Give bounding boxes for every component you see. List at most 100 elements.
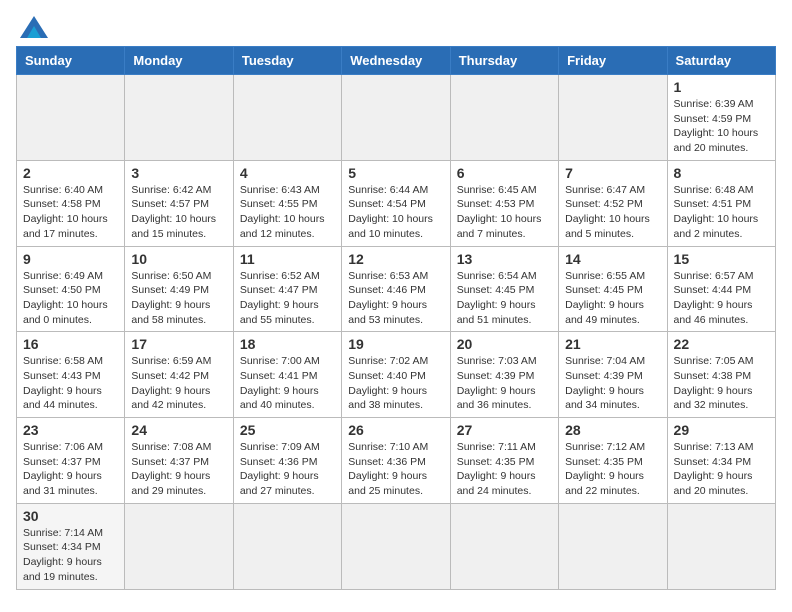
calendar-cell [233,75,341,161]
calendar-cell: 10Sunrise: 6:50 AM Sunset: 4:49 PM Dayli… [125,246,233,332]
day-info: Sunrise: 6:39 AM Sunset: 4:59 PM Dayligh… [674,97,769,156]
calendar-cell: 30 Sunrise: 7:14 AM Sunset: 4:34 PM Dayli… [17,503,125,589]
day-info: Sunrise: 6:47 AM Sunset: 4:52 PM Dayligh… [565,183,660,242]
day-number: 18 [240,336,335,352]
day-info: Sunrise: 7:03 AM Sunset: 4:39 PM Dayligh… [457,354,552,413]
day-header-monday: Monday [125,47,233,75]
calendar-header-row: SundayMondayTuesdayWednesdayThursdayFrid… [17,47,776,75]
calendar-week-1: 1 Sunrise: 6:39 AM Sunset: 4:59 PM Daylig… [17,75,776,161]
calendar-cell [342,503,450,589]
day-header-thursday: Thursday [450,47,558,75]
day-number: 11 [240,251,335,267]
day-info: Sunrise: 6:54 AM Sunset: 4:45 PM Dayligh… [457,269,552,328]
day-number: 15 [674,251,769,267]
calendar-week-2: 2 Sunrise: 6:40 AM Sunset: 4:58 PM Daylig… [17,160,776,246]
day-info: Sunrise: 7:08 AM Sunset: 4:37 PM Dayligh… [131,440,226,499]
day-number: 22 [674,336,769,352]
calendar-cell: 11 Sunrise: 6:52 AM Sunset: 4:47 PM Dayli… [233,246,341,332]
calendar-cell [559,75,667,161]
day-header-sunday: Sunday [17,47,125,75]
day-info: Sunrise: 6:49 AM Sunset: 4:50 PM Dayligh… [23,269,118,328]
day-header-tuesday: Tuesday [233,47,341,75]
day-info: Sunrise: 7:14 AM Sunset: 4:34 PM Dayligh… [23,526,118,585]
day-number: 1 [674,79,769,95]
calendar-cell: 3 Sunrise: 6:42 AM Sunset: 4:57 PM Daylig… [125,160,233,246]
day-info: Sunrise: 7:04 AM Sunset: 4:39 PM Dayligh… [565,354,660,413]
day-info: Sunrise: 6:40 AM Sunset: 4:58 PM Dayligh… [23,183,118,242]
calendar-cell: 4 Sunrise: 6:43 AM Sunset: 4:55 PM Daylig… [233,160,341,246]
calendar-cell [125,75,233,161]
calendar-week-4: 16 Sunrise: 6:58 AM Sunset: 4:43 PM Dayli… [17,332,776,418]
calendar-cell: 16 Sunrise: 6:58 AM Sunset: 4:43 PM Dayli… [17,332,125,418]
day-number: 29 [674,422,769,438]
day-info: Sunrise: 6:53 AM Sunset: 4:46 PM Dayligh… [348,269,443,328]
day-number: 25 [240,422,335,438]
day-number: 20 [457,336,552,352]
calendar-cell [450,503,558,589]
day-number: 27 [457,422,552,438]
day-number: 6 [457,165,552,181]
day-info: Sunrise: 7:09 AM Sunset: 4:36 PM Dayligh… [240,440,335,499]
calendar-cell: 26 Sunrise: 7:10 AM Sunset: 4:36 PM Dayli… [342,418,450,504]
day-info: Sunrise: 7:13 AM Sunset: 4:34 PM Dayligh… [674,440,769,499]
day-info: Sunrise: 6:43 AM Sunset: 4:55 PM Dayligh… [240,183,335,242]
calendar-table: SundayMondayTuesdayWednesdayThursdayFrid… [16,46,776,590]
calendar-cell: 21 Sunrise: 7:04 AM Sunset: 4:39 PM Dayli… [559,332,667,418]
day-header-wednesday: Wednesday [342,47,450,75]
day-info: Sunrise: 6:44 AM Sunset: 4:54 PM Dayligh… [348,183,443,242]
day-number: 3 [131,165,226,181]
calendar-cell: 18 Sunrise: 7:00 AM Sunset: 4:41 PM Dayli… [233,332,341,418]
day-info: Sunrise: 6:58 AM Sunset: 4:43 PM Dayligh… [23,354,118,413]
day-info: Sunrise: 6:48 AM Sunset: 4:51 PM Dayligh… [674,183,769,242]
day-info: Sunrise: 7:02 AM Sunset: 4:40 PM Dayligh… [348,354,443,413]
calendar-cell: 20 Sunrise: 7:03 AM Sunset: 4:39 PM Dayli… [450,332,558,418]
calendar-cell: 23Sunrise: 7:06 AM Sunset: 4:37 PM Dayli… [17,418,125,504]
calendar-cell: 6 Sunrise: 6:45 AM Sunset: 4:53 PM Daylig… [450,160,558,246]
day-number: 12 [348,251,443,267]
calendar-cell: 1 Sunrise: 6:39 AM Sunset: 4:59 PM Daylig… [667,75,775,161]
day-number: 16 [23,336,118,352]
calendar-cell [559,503,667,589]
day-info: Sunrise: 7:00 AM Sunset: 4:41 PM Dayligh… [240,354,335,413]
calendar-cell: 9 Sunrise: 6:49 AM Sunset: 4:50 PM Daylig… [17,246,125,332]
day-info: Sunrise: 7:10 AM Sunset: 4:36 PM Dayligh… [348,440,443,499]
day-info: Sunrise: 6:42 AM Sunset: 4:57 PM Dayligh… [131,183,226,242]
calendar-cell [233,503,341,589]
day-number: 30 [23,508,118,524]
day-number: 14 [565,251,660,267]
day-info: Sunrise: 7:12 AM Sunset: 4:35 PM Dayligh… [565,440,660,499]
calendar-cell: 17Sunrise: 6:59 AM Sunset: 4:42 PM Dayli… [125,332,233,418]
day-number: 8 [674,165,769,181]
day-number: 5 [348,165,443,181]
calendar-week-6: 30 Sunrise: 7:14 AM Sunset: 4:34 PM Dayli… [17,503,776,589]
day-number: 24 [131,422,226,438]
day-info: Sunrise: 7:05 AM Sunset: 4:38 PM Dayligh… [674,354,769,413]
calendar-cell [450,75,558,161]
calendar-cell: 22 Sunrise: 7:05 AM Sunset: 4:38 PM Dayli… [667,332,775,418]
day-info: Sunrise: 6:57 AM Sunset: 4:44 PM Dayligh… [674,269,769,328]
day-info: Sunrise: 6:52 AM Sunset: 4:47 PM Dayligh… [240,269,335,328]
day-number: 4 [240,165,335,181]
calendar-cell: 24 Sunrise: 7:08 AM Sunset: 4:37 PM Dayli… [125,418,233,504]
day-number: 21 [565,336,660,352]
day-number: 2 [23,165,118,181]
day-number: 26 [348,422,443,438]
calendar-cell: 28 Sunrise: 7:12 AM Sunset: 4:35 PM Dayli… [559,418,667,504]
calendar-cell [125,503,233,589]
logo [16,16,48,38]
calendar-cell: 25 Sunrise: 7:09 AM Sunset: 4:36 PM Dayli… [233,418,341,504]
day-info: Sunrise: 6:45 AM Sunset: 4:53 PM Dayligh… [457,183,552,242]
calendar-cell [17,75,125,161]
calendar-cell: 14Sunrise: 6:55 AM Sunset: 4:45 PM Dayli… [559,246,667,332]
calendar-cell [342,75,450,161]
day-number: 19 [348,336,443,352]
calendar-cell: 13Sunrise: 6:54 AM Sunset: 4:45 PM Dayli… [450,246,558,332]
calendar-cell: 15 Sunrise: 6:57 AM Sunset: 4:44 PM Dayli… [667,246,775,332]
calendar-cell: 2 Sunrise: 6:40 AM Sunset: 4:58 PM Daylig… [17,160,125,246]
day-number: 28 [565,422,660,438]
calendar-cell [667,503,775,589]
day-info: Sunrise: 6:59 AM Sunset: 4:42 PM Dayligh… [131,354,226,413]
calendar-week-5: 23Sunrise: 7:06 AM Sunset: 4:37 PM Dayli… [17,418,776,504]
calendar-week-3: 9 Sunrise: 6:49 AM Sunset: 4:50 PM Daylig… [17,246,776,332]
day-number: 9 [23,251,118,267]
